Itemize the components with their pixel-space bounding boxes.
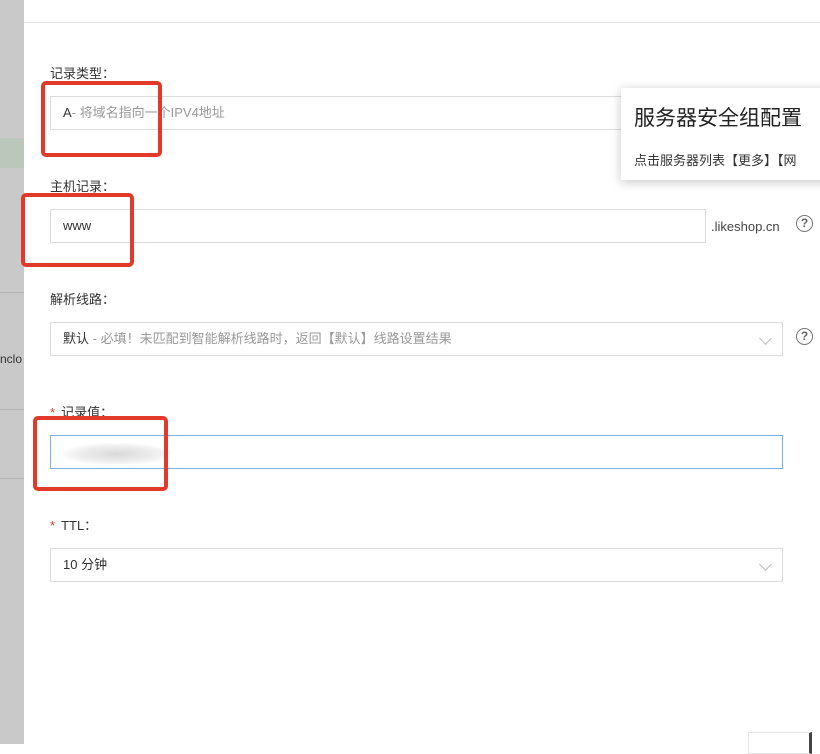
ttl-value: 10 分钟	[63, 557, 108, 572]
background-text-fragment: nclo	[0, 352, 23, 366]
security-group-tooltip: 服务器安全组配置 点击服务器列表【更多】【网	[621, 88, 820, 180]
record-type-label: 记录类型：	[50, 66, 116, 81]
resolve-line-label: 解析线路：	[50, 292, 116, 307]
corner-fragment	[748, 732, 812, 754]
background-highlight	[0, 138, 24, 168]
annotation-box-record-type	[41, 81, 162, 157]
chevron-down-icon	[759, 332, 772, 345]
host-record-help-icon[interactable]: ?	[796, 215, 813, 232]
required-mark: *	[50, 518, 56, 533]
annotation-box-host-record	[21, 193, 134, 267]
resolve-line-help-icon[interactable]: ?	[796, 328, 813, 345]
background-divider	[0, 292, 24, 293]
resolve-line-select[interactable]: 默认 - 必填！未匹配到智能解析线路时，返回【默认】线路设置结果	[50, 322, 783, 356]
domain-suffix: .likeshop.cn	[711, 219, 780, 234]
ttl-select[interactable]: 10 分钟	[50, 548, 783, 582]
background-divider	[0, 409, 24, 410]
ttl-label-text: TTL：	[61, 518, 98, 533]
ttl-label: * TTL：	[50, 515, 97, 534]
resolve-line-value: 默认	[63, 331, 90, 346]
tooltip-body: 点击服务器列表【更多】【网	[634, 153, 797, 168]
chevron-down-icon	[759, 558, 772, 571]
drawer-header-divider	[24, 22, 820, 23]
background-divider	[0, 478, 24, 479]
background-page: nclo	[0, 0, 24, 744]
tooltip-title: 服务器安全组配置	[634, 107, 802, 130]
host-record-input[interactable]: www	[50, 209, 706, 243]
resolve-line-hint: - 必填！未匹配到智能解析线路时，返回【默认】线路设置结果	[89, 331, 452, 346]
annotation-box-record-value	[33, 416, 168, 491]
